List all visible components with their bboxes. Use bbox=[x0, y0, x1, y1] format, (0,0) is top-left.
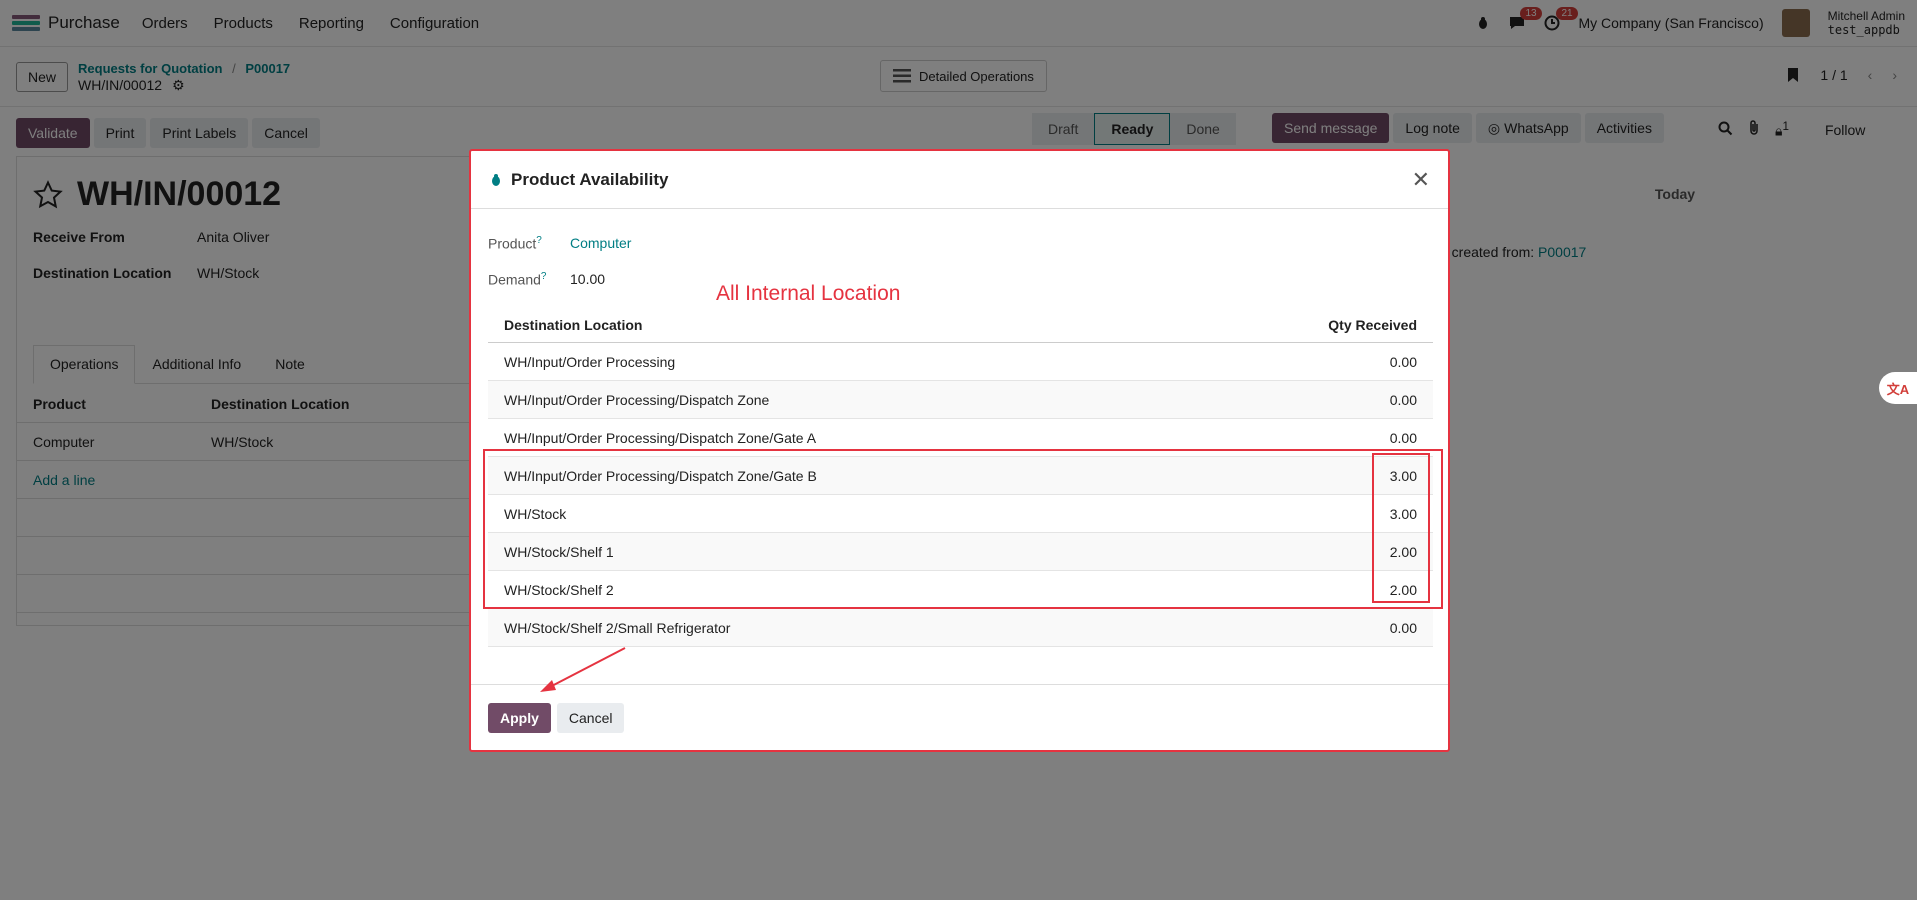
dialog-footer: Apply Cancel bbox=[471, 684, 1448, 750]
demand-value: 10.00 bbox=[570, 271, 606, 287]
cell-location: WH/Input/Order Processing/Dispatch Zone bbox=[504, 391, 770, 408]
help-icon[interactable]: ? bbox=[541, 271, 547, 282]
cell-location: WH/Stock/Shelf 2/Small Refrigerator bbox=[504, 619, 731, 636]
demand-field: Demand? 10.00 bbox=[488, 271, 605, 288]
cancel-button[interactable]: Cancel bbox=[556, 702, 625, 733]
cell-qty[interactable]: 0.00 bbox=[1317, 392, 1417, 408]
col-qty-received: Qty Received bbox=[1328, 316, 1417, 333]
demand-label: Demand bbox=[488, 271, 541, 288]
highlight-rows-box bbox=[483, 449, 1443, 609]
bug-icon bbox=[492, 173, 500, 186]
close-icon[interactable]: ✕ bbox=[1412, 167, 1430, 193]
cell-qty[interactable]: 0.00 bbox=[1317, 620, 1417, 636]
table-row[interactable]: WH/Input/Order Processing/Dispatch Zone … bbox=[488, 381, 1433, 419]
cell-location: WH/Input/Order Processing bbox=[504, 353, 676, 370]
cell-qty[interactable]: 0.00 bbox=[1317, 430, 1417, 446]
product-value[interactable]: Computer bbox=[570, 235, 631, 252]
dialog-header: Product Availability ✕ bbox=[471, 151, 1448, 209]
cell-location: WH/Input/Order Processing/Dispatch Zone/… bbox=[504, 429, 817, 446]
annotation-text: All Internal Location bbox=[716, 282, 901, 305]
product-field: Product? Computer bbox=[488, 235, 631, 252]
col-destination-location: Destination Location bbox=[504, 316, 643, 333]
highlight-qty-box bbox=[1372, 453, 1430, 603]
product-label: Product bbox=[488, 235, 537, 252]
dialog-title: Product Availability bbox=[511, 169, 669, 189]
apply-button[interactable]: Apply bbox=[488, 702, 551, 733]
table-row[interactable]: WH/Input/Order Processing 0.00 bbox=[488, 343, 1433, 381]
translate-widget-icon[interactable]: 文A bbox=[1879, 372, 1917, 404]
table-header: Destination Location Qty Received bbox=[488, 307, 1433, 343]
cell-qty[interactable]: 0.00 bbox=[1317, 354, 1417, 370]
help-icon[interactable]: ? bbox=[536, 235, 542, 246]
table-row[interactable]: WH/Stock/Shelf 2/Small Refrigerator 0.00 bbox=[488, 609, 1433, 647]
